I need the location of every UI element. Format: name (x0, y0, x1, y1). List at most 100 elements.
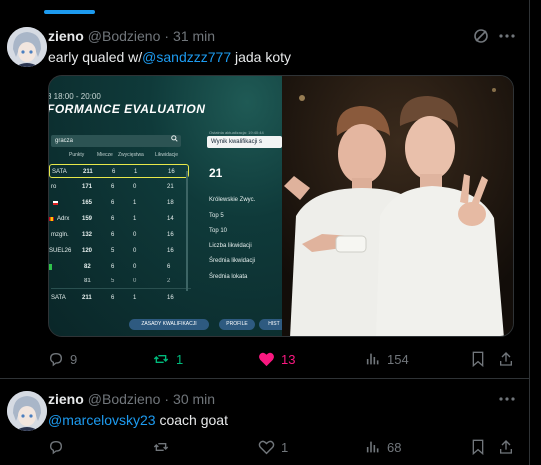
active-tab-indicator (44, 10, 95, 14)
screenshot-update-note: Ostatnia aktualizacja: 19:40:44 (209, 130, 264, 135)
stat-label: Królewskie Zwyc. (209, 197, 256, 203)
reply-icon (49, 440, 63, 455)
separator-dot: · (164, 28, 170, 44)
row-cell: 1 (133, 200, 137, 206)
row-cell: 6 (112, 169, 116, 175)
share-button[interactable] (498, 437, 520, 457)
row-cell: 6 (111, 295, 115, 301)
more-options-icon[interactable] (497, 26, 517, 46)
screenshot-row: SATA 211 6 1 16 (49, 291, 189, 305)
timestamp[interactable]: 30 min (173, 391, 215, 407)
row-cell: 0 (133, 248, 137, 254)
screenshot-row: ro 171 6 0 21 (49, 180, 189, 194)
stat-label: Średnia lokata (209, 274, 248, 280)
stat-label: Średnia likwidacji (209, 258, 256, 264)
tweet-text: @marcelovsky23 coach goat (48, 412, 228, 428)
tweet-divider (0, 378, 529, 379)
row-cell: 0 (133, 264, 137, 270)
reply-button[interactable]: 9 (48, 349, 77, 369)
heart-icon (258, 440, 275, 455)
stat-label: Top 10 (209, 228, 228, 234)
like-count: 1 (281, 439, 289, 455)
retweet-count: 1 (176, 351, 184, 367)
row-cell: 21 (167, 184, 174, 190)
screenshot-title: FORMANCE EVALUATION (49, 102, 206, 116)
tweet-header: zieno @Bodzieno · 30 min (48, 391, 215, 407)
user-handle[interactable]: @Bodzieno (88, 391, 161, 407)
reply-count: 9 (70, 351, 78, 367)
stat-label: Liczba likwidacji (209, 243, 252, 249)
screenshot-button: HIST (259, 319, 282, 330)
tweet-text-part: early qualed w/ (48, 49, 143, 65)
row-name: ro (51, 184, 57, 190)
like-button[interactable]: 1 (258, 437, 288, 457)
bookmark-button[interactable] (471, 349, 491, 369)
views-icon (366, 441, 379, 453)
share-button[interactable] (498, 349, 520, 369)
screenshot-row: SUEL26 120 5 0 16 (49, 244, 189, 258)
mention-link[interactable]: @sandzzz777 (142, 49, 231, 65)
more-options-icon[interactable] (497, 389, 517, 409)
avatar[interactable] (7, 27, 47, 67)
screenshot-score: 21 (209, 166, 223, 180)
media-image-photo[interactable] (282, 76, 513, 336)
column-header: Zwycięstwa (118, 152, 144, 158)
screenshot-row: mzgln. 132 6 0 16 (49, 228, 189, 242)
column-border (529, 0, 530, 465)
bookmark-button[interactable] (471, 437, 491, 457)
views-icon (366, 353, 379, 365)
screenshot-row: 81 5 0 2 (49, 274, 189, 288)
row-cell: 16 (167, 295, 174, 301)
row-cell: 16 (168, 169, 175, 175)
retweet-button[interactable]: 1 (152, 349, 183, 369)
mention-link[interactable]: @marcelovsky23 (48, 412, 156, 428)
tweet-text-part: jada koty (231, 49, 292, 65)
screenshot-select: Wynik kwalifikacji s (207, 136, 282, 148)
row-cell: 2 (167, 278, 171, 284)
retweet-button[interactable] (152, 437, 176, 457)
row-cell: 5 (111, 278, 115, 284)
row-points: 211 (82, 295, 92, 301)
bookmark-icon (472, 439, 484, 455)
stat-label: Top 5 (209, 213, 224, 219)
avatar[interactable] (7, 391, 47, 431)
screenshot-scrollbar (186, 171, 188, 291)
like-count: 13 (281, 351, 296, 367)
row-cell: 6 (111, 232, 115, 238)
heart-icon (259, 352, 274, 367)
photo-illustration (282, 76, 513, 336)
row-cell: 1 (133, 216, 137, 222)
screenshot-date: 8 18:00 - 20:00 (49, 92, 101, 101)
views-button[interactable]: 154 (365, 349, 409, 369)
like-button[interactable]: 13 (258, 349, 295, 369)
user-handle[interactable]: @Bodzieno (88, 28, 161, 44)
separator-dot: · (164, 391, 170, 407)
media-grid[interactable]: 8 18:00 - 20:00 FORMANCE EVALUATION grac… (48, 75, 514, 337)
tweet-actions: 9 1 13 154 (48, 349, 518, 369)
screenshot-row: Adrx 159 6 1 14 (49, 212, 189, 226)
row-cell: 0 (133, 184, 137, 190)
timestamp[interactable]: 31 min (173, 28, 215, 44)
display-name[interactable]: zieno (48, 28, 84, 44)
retweet-icon (153, 355, 169, 363)
media-image-screenshot[interactable]: 8 18:00 - 20:00 FORMANCE EVALUATION grac… (49, 76, 282, 336)
reply-icon (49, 352, 63, 367)
display-name[interactable]: zieno (48, 391, 84, 407)
grok-icon[interactable] (471, 26, 491, 46)
magnifier-icon (171, 135, 178, 147)
row-cell: 14 (167, 216, 174, 222)
row-cell: 6 (111, 264, 115, 270)
view-count: 68 (387, 439, 402, 455)
row-cell: 6 (167, 264, 171, 270)
row-cell: 0 (133, 232, 137, 238)
views-button[interactable]: 68 (365, 437, 401, 457)
screenshot-row: 82 6 0 6 (49, 260, 189, 274)
retweet-icon (153, 443, 169, 451)
flag-icon (49, 217, 54, 221)
row-name: SUEL26 (49, 248, 72, 254)
screenshot-button: PROFILE (219, 319, 255, 330)
reply-button[interactable] (48, 437, 70, 457)
row-cell: 1 (133, 295, 137, 301)
tweet-header: zieno @Bodzieno · 31 min (48, 28, 215, 44)
row-points: 82 (84, 264, 91, 270)
